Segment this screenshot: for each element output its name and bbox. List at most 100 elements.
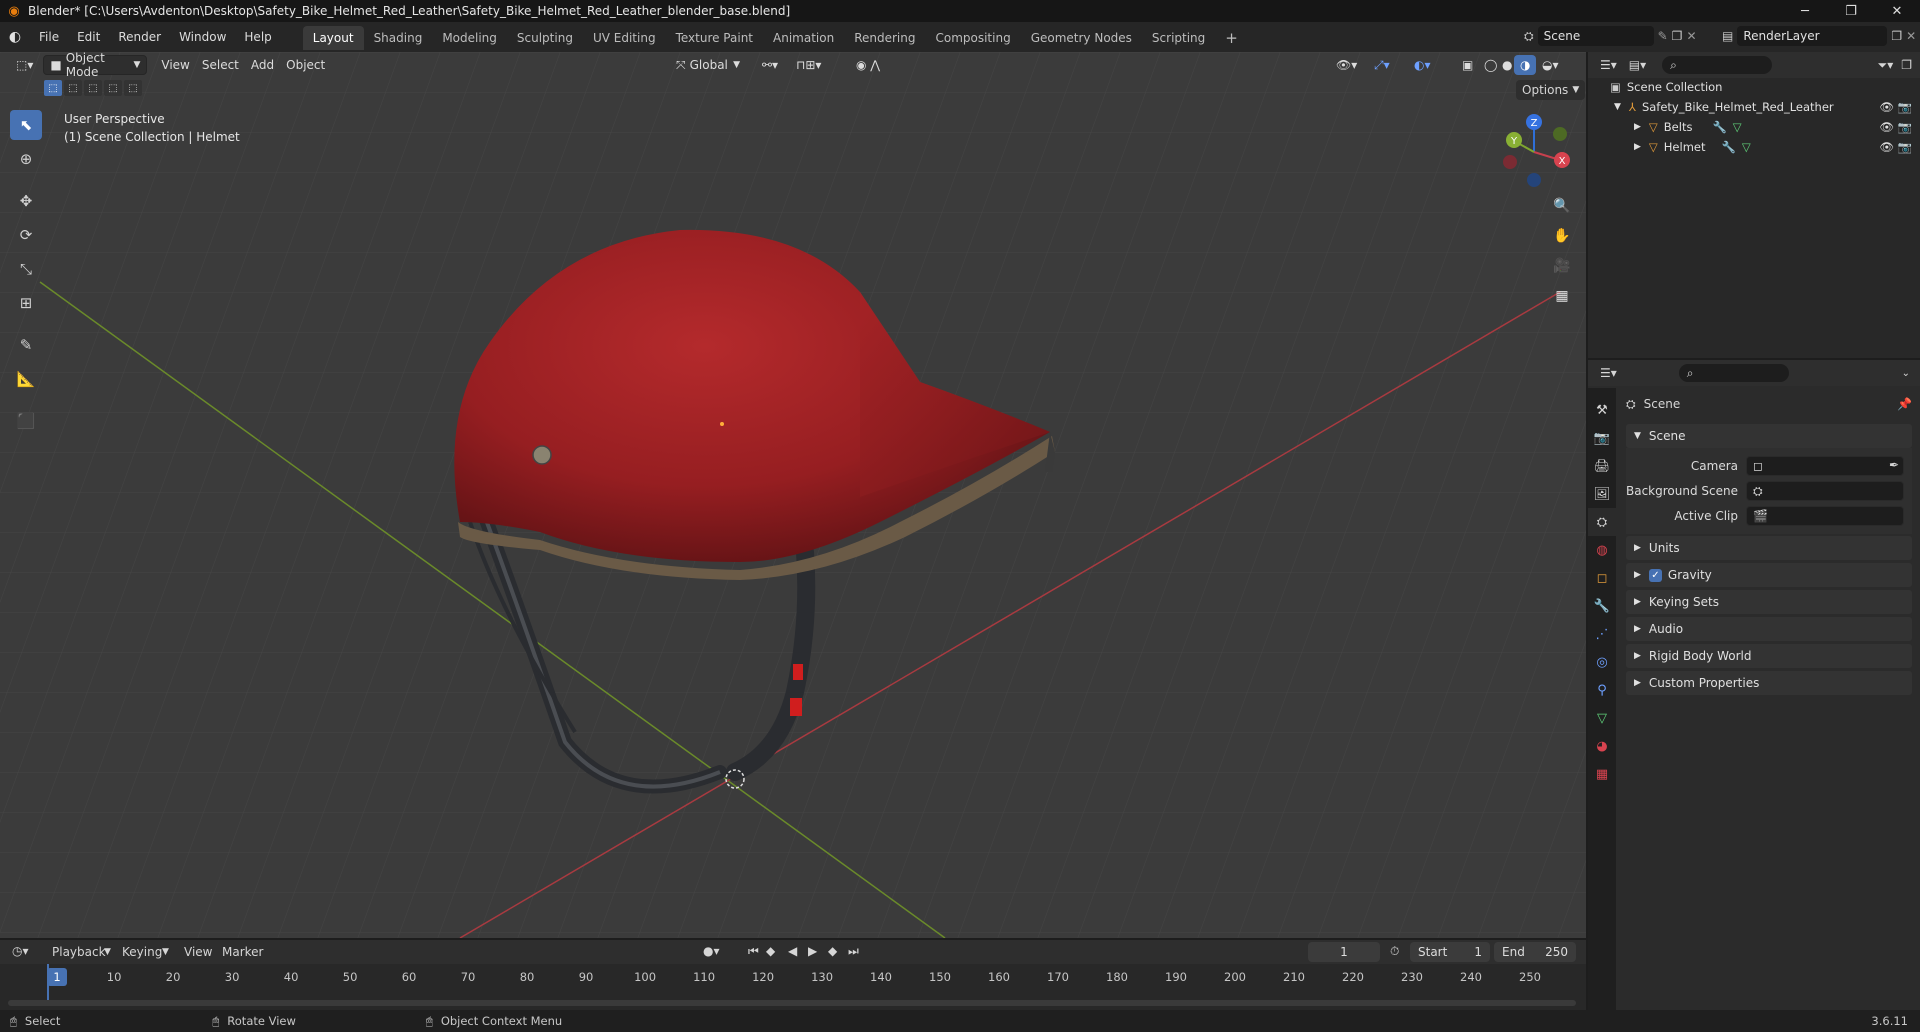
data-tab-icon[interactable]: ▽ bbox=[1588, 704, 1616, 732]
tool-tab-icon[interactable]: ⚒ bbox=[1588, 396, 1616, 424]
rigid-body-world-panel-header[interactable]: ▶ Rigid Body World bbox=[1626, 644, 1912, 668]
visibility-eye-icon[interactable]: 👁 bbox=[1879, 140, 1894, 154]
audio-panel-header[interactable]: ▶ Audio bbox=[1626, 617, 1912, 641]
tab-compositing[interactable]: Compositing bbox=[925, 26, 1020, 50]
active-clip-field[interactable]: 🎬 bbox=[1746, 506, 1904, 526]
new-view-layer-icon[interactable]: ❐ bbox=[1891, 29, 1902, 43]
gravity-checkbox[interactable]: ✓ bbox=[1648, 568, 1662, 582]
outliner-search-input[interactable]: ⌕ bbox=[1662, 56, 1773, 74]
object-tab-icon[interactable]: ◻ bbox=[1588, 564, 1616, 592]
pin-icon[interactable]: 📌 bbox=[1897, 397, 1912, 411]
rotate-tool-icon[interactable]: ⟳ bbox=[10, 220, 42, 250]
world-tab-icon[interactable]: ◍ bbox=[1588, 536, 1616, 564]
transform-tool-icon[interactable]: ⊞ bbox=[10, 288, 42, 318]
play-icon[interactable]: ▶ bbox=[808, 944, 817, 958]
maximize-button[interactable]: ❐ bbox=[1828, 0, 1874, 22]
view-layer-tab-icon[interactable]: 🖼 bbox=[1588, 480, 1616, 508]
view-layer-field[interactable]: RenderLayer bbox=[1737, 26, 1888, 46]
xray-toggle-icon[interactable]: ▣ bbox=[1456, 55, 1479, 75]
tab-rendering[interactable]: Rendering bbox=[844, 26, 925, 50]
gizmo-toggle-icon[interactable]: ⤢▾ bbox=[1368, 55, 1396, 75]
physics-tab-icon[interactable]: ◎ bbox=[1588, 648, 1616, 676]
new-collection-icon[interactable]: ❐ bbox=[1901, 58, 1912, 72]
modifier-wrench-icon[interactable]: 🔧 bbox=[1722, 140, 1736, 154]
scene-field[interactable]: Scene bbox=[1537, 26, 1654, 46]
gravity-panel-header[interactable]: ▶ ✓ Gravity bbox=[1626, 563, 1912, 587]
select-intersect-icon[interactable]: ⬚ bbox=[124, 80, 142, 96]
cursor-tool-icon[interactable]: ⊕ bbox=[10, 144, 42, 174]
viewport-menu-select[interactable]: Select bbox=[196, 55, 245, 75]
playhead-frame-label[interactable]: 1 bbox=[47, 968, 67, 986]
options-dropdown[interactable]: Options ▼ bbox=[1516, 80, 1586, 100]
move-tool-icon[interactable]: ✥ bbox=[10, 186, 42, 216]
timeline-menu-marker[interactable]: Marker bbox=[222, 945, 263, 959]
rendered-shading-icon[interactable]: ◒▾ bbox=[1536, 55, 1565, 75]
menu-help[interactable]: Help bbox=[235, 22, 280, 52]
collapse-arrow-icon[interactable]: ▶ bbox=[1634, 142, 1641, 152]
tab-modeling[interactable]: Modeling bbox=[432, 26, 507, 50]
pan-hand-icon[interactable]: ✋ bbox=[1548, 222, 1576, 250]
modifier-tab-icon[interactable]: 🔧 bbox=[1588, 592, 1616, 620]
menu-file[interactable]: File bbox=[30, 22, 68, 52]
menu-render[interactable]: Render bbox=[109, 22, 170, 52]
render-camera-icon[interactable]: 📷 bbox=[1898, 120, 1912, 134]
mode-dropdown[interactable]: ■ Object Mode ▼ bbox=[43, 51, 148, 79]
particles-tab-icon[interactable]: ⋰ bbox=[1588, 620, 1616, 648]
select-new-icon[interactable]: ⬚ bbox=[44, 80, 62, 96]
annotate-tool-icon[interactable]: ✎ bbox=[10, 330, 42, 360]
collapse-arrow-icon[interactable]: ▶ bbox=[1634, 122, 1641, 132]
new-scene-icon[interactable]: ❐ bbox=[1672, 29, 1683, 43]
outliner-row-collection[interactable]: ▼ ⅄ Safety_Bike_Helmet_Red_Leather 👁 📷 bbox=[1588, 97, 1920, 117]
scene-panel-header[interactable]: ▼ Scene bbox=[1626, 424, 1912, 448]
tab-animation[interactable]: Animation bbox=[763, 26, 844, 50]
measure-tool-icon[interactable]: 📐 bbox=[10, 364, 42, 394]
select-subtract-icon[interactable]: ⬚ bbox=[84, 80, 102, 96]
tab-layout[interactable]: Layout bbox=[302, 26, 364, 50]
proportional-edit-icon[interactable]: ◉ ⋀ bbox=[850, 55, 886, 75]
tab-texture-paint[interactable]: Texture Paint bbox=[666, 26, 763, 50]
select-invert-icon[interactable]: ⬚ bbox=[104, 80, 122, 96]
remove-view-layer-icon[interactable]: ✕ bbox=[1906, 29, 1916, 43]
visibility-eye-icon[interactable]: 👁 bbox=[1879, 120, 1894, 134]
play-reverse-icon[interactable]: ◀ bbox=[788, 944, 797, 958]
scene-tab-icon[interactable]: ⛭ bbox=[1588, 508, 1616, 536]
use-preview-range-icon[interactable]: ⏱ bbox=[1390, 944, 1399, 959]
minimize-button[interactable]: ─ bbox=[1782, 0, 1828, 22]
outliner-editor-icon[interactable]: ☰▾ bbox=[1600, 58, 1617, 72]
render-camera-icon[interactable]: 📷 bbox=[1898, 100, 1912, 114]
eyedropper-icon[interactable]: ✒ bbox=[1889, 458, 1899, 472]
select-extend-icon[interactable]: ⬚ bbox=[64, 80, 82, 96]
visibility-eye-icon[interactable]: 👁 bbox=[1879, 100, 1894, 114]
material-shading-icon[interactable]: ◑ bbox=[1514, 55, 1537, 75]
start-frame-field[interactable]: Start 1 bbox=[1410, 942, 1490, 962]
ortho-grid-icon[interactable]: ▦ bbox=[1548, 282, 1576, 310]
expand-arrow-icon[interactable]: ▼ bbox=[1614, 102, 1621, 112]
custom-properties-panel-header[interactable]: ▶ Custom Properties bbox=[1626, 671, 1912, 695]
blender-menu-icon[interactable]: ◐ bbox=[0, 29, 30, 45]
display-mode-icon[interactable]: ▤▾ bbox=[1629, 58, 1646, 72]
output-tab-icon[interactable]: 🖨 bbox=[1588, 452, 1616, 480]
jump-start-icon[interactable]: ⏮ bbox=[748, 944, 759, 959]
viewport-menu-view[interactable]: View bbox=[155, 55, 195, 75]
texture-tab-icon[interactable]: ▦ bbox=[1588, 760, 1616, 788]
tab-scripting[interactable]: Scripting bbox=[1142, 26, 1215, 50]
timeline-menu-view[interactable]: View bbox=[184, 945, 212, 959]
mesh-data-icon[interactable]: ▽ bbox=[1733, 120, 1742, 134]
properties-editor-icon[interactable]: ☰▾ bbox=[1600, 366, 1617, 380]
current-frame-field[interactable]: 1 bbox=[1308, 942, 1380, 962]
editor-type-button[interactable]: ⬚▾ bbox=[10, 55, 39, 75]
keying-sets-panel-header[interactable]: ▶ Keying Sets bbox=[1626, 590, 1912, 614]
outliner-row-belts[interactable]: ▶ ▽ Belts 🔧 ▽ 👁 📷 bbox=[1588, 117, 1920, 137]
mesh-data-icon[interactable]: ▽ bbox=[1742, 140, 1751, 154]
next-keyframe-icon[interactable]: ◆ bbox=[828, 944, 837, 958]
tab-geometry-nodes[interactable]: Geometry Nodes bbox=[1021, 26, 1142, 50]
add-cube-tool-icon[interactable]: ⬛ bbox=[10, 406, 42, 436]
viewport-canvas[interactable] bbox=[0, 52, 1586, 938]
properties-search-input[interactable]: ⌕ bbox=[1678, 364, 1789, 382]
outliner-row-helmet[interactable]: ▶ ▽ Helmet 🔧 ▽ 👁 📷 bbox=[1588, 137, 1920, 157]
zoom-icon[interactable]: 🔍 bbox=[1548, 192, 1576, 220]
navigation-gizmo[interactable]: Z X Y bbox=[1496, 110, 1576, 190]
tab-shading[interactable]: Shading bbox=[364, 26, 433, 50]
tab-sculpting[interactable]: Sculpting bbox=[507, 26, 583, 50]
visibility-icon[interactable]: 👁▾ bbox=[1330, 55, 1363, 75]
